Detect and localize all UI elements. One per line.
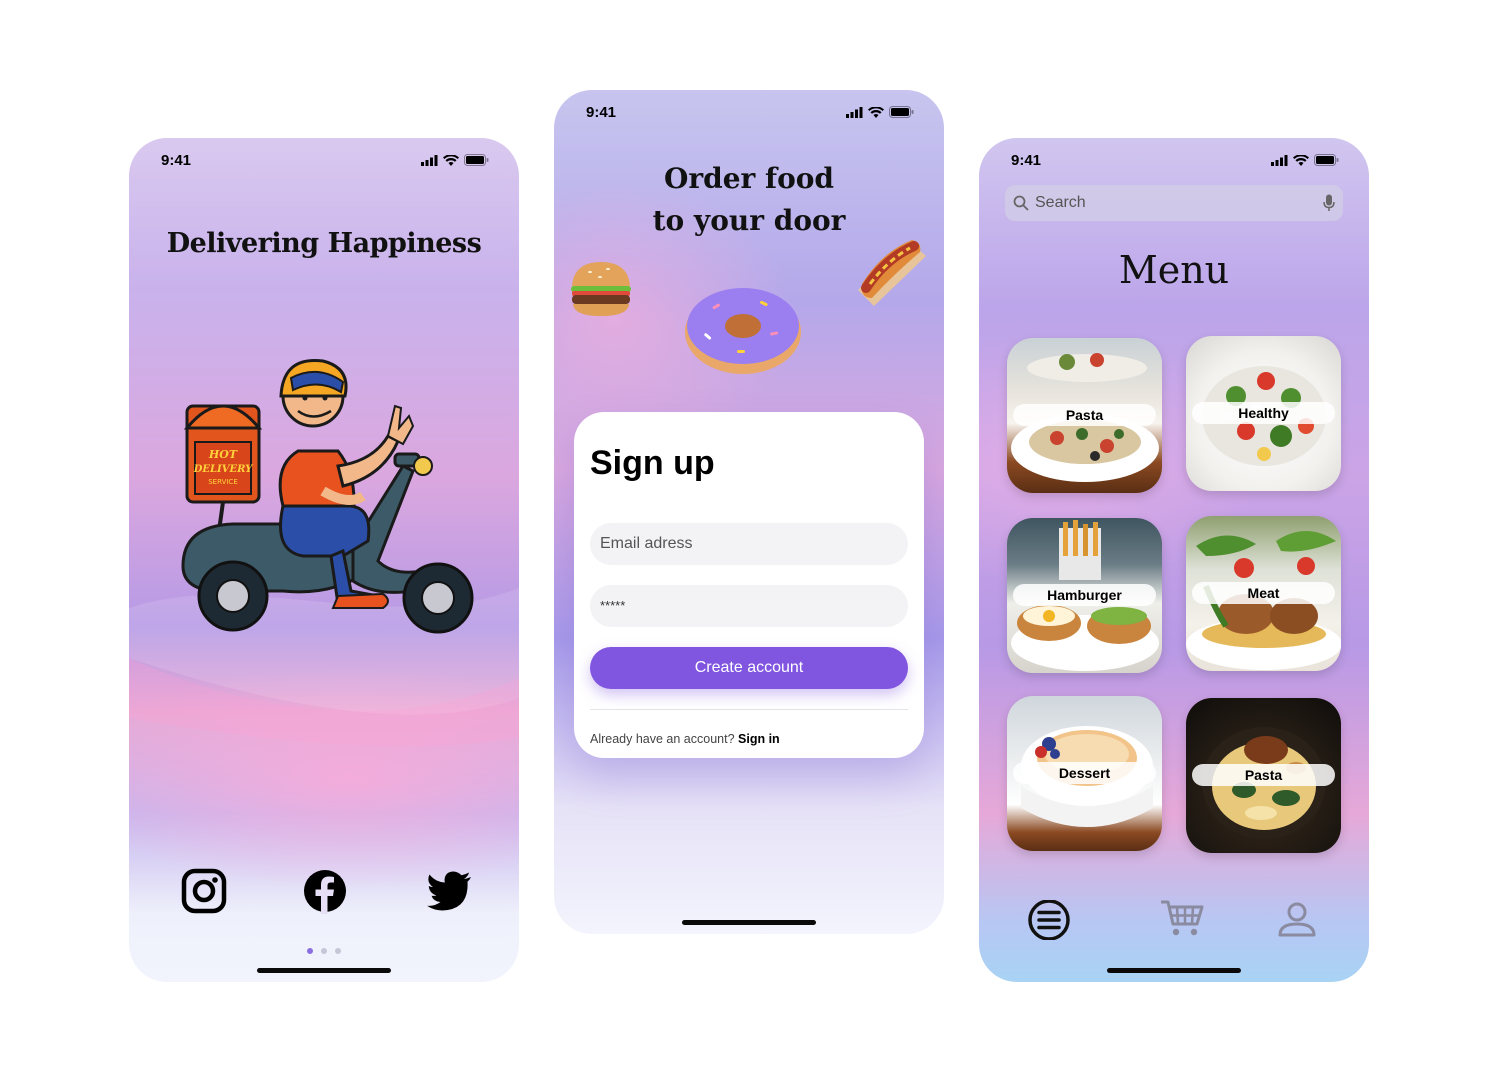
menu-title: Menu <box>1118 248 1230 292</box>
facebook-icon[interactable] <box>302 868 348 914</box>
donut-illustration <box>685 288 801 374</box>
status-bar: 9:41 <box>554 90 944 134</box>
category-label: Healthy <box>1192 402 1335 424</box>
hotdog-illustration <box>858 240 926 306</box>
category-label: Hamburger <box>1013 584 1156 606</box>
category-tile-pasta-2[interactable]: Pasta <box>1186 698 1341 853</box>
burger-illustration <box>571 262 631 316</box>
profile-icon[interactable] <box>1277 902 1317 938</box>
microphone-icon[interactable] <box>1323 194 1335 212</box>
category-tile-healthy[interactable]: Healthy <box>1186 336 1341 491</box>
page-indicator <box>129 948 519 954</box>
wifi-icon <box>443 154 459 166</box>
category-tile-meat[interactable]: Meat <box>1186 516 1341 671</box>
home-indicator[interactable] <box>257 968 391 973</box>
signup-card: Sign up Email adress ***** Create accoun… <box>574 412 924 758</box>
category-label: Pasta <box>1013 404 1156 426</box>
page-dot[interactable] <box>335 948 341 954</box>
signin-link[interactable]: Sign in <box>738 732 780 746</box>
welcome-title: Delivering Happiness <box>166 228 482 259</box>
email-field[interactable]: Email adress <box>590 523 908 565</box>
status-time: 9:41 <box>161 152 192 169</box>
signin-prompt: Already have an account? Sign in <box>590 732 780 746</box>
category-tile-dessert[interactable]: Dessert <box>1007 696 1162 851</box>
category-label: Pasta <box>1192 764 1335 786</box>
instagram-icon[interactable] <box>181 868 227 914</box>
category-label: Dessert <box>1013 762 1156 784</box>
battery-icon <box>1314 154 1339 166</box>
page-dot-active[interactable] <box>307 948 313 954</box>
divider <box>590 709 908 710</box>
category-tile-hamburger[interactable]: Hamburger <box>1007 518 1162 673</box>
password-field[interactable]: ***** <box>590 585 908 627</box>
category-tile-pasta[interactable]: Pasta <box>1007 338 1162 493</box>
wifi-icon <box>868 106 884 118</box>
delivery-scooter-illustration: HOT DELIVERY SERVICE <box>181 358 474 634</box>
svg-text:SERVICE: SERVICE <box>208 478 238 486</box>
signal-icon <box>421 154 438 166</box>
search-icon <box>1013 195 1029 211</box>
signal-icon <box>846 106 863 118</box>
status-bar: 9:41 <box>129 138 519 182</box>
welcome-screen: 9:41 Delivering Happiness HOT DELIVERY S… <box>129 138 519 982</box>
signal-icon <box>1271 154 1288 166</box>
svg-text:DELIVERY: DELIVERY <box>193 464 253 475</box>
status-time: 9:41 <box>586 104 617 121</box>
cart-icon[interactable] <box>1159 898 1205 938</box>
page-dot[interactable] <box>321 948 327 954</box>
battery-icon <box>889 106 914 118</box>
menu-screen: 9:41 Search Menu Pasta Healthy Hamburger… <box>979 138 1369 982</box>
home-indicator[interactable] <box>682 920 816 925</box>
category-label: Meat <box>1192 582 1335 604</box>
status-bar: 9:41 <box>979 138 1369 182</box>
menu-icon[interactable] <box>1026 900 1072 940</box>
signup-heading: Sign up <box>590 444 715 482</box>
signup-title: Order food to your door <box>652 162 846 237</box>
twitter-icon[interactable] <box>427 868 473 914</box>
create-account-button[interactable]: Create account <box>590 647 908 689</box>
signup-screen: 9:41 Order food to your door Sign up Ema… <box>554 90 944 934</box>
wifi-icon <box>1293 154 1309 166</box>
svg-text:HOT: HOT <box>208 448 238 461</box>
search-placeholder: Search <box>1035 194 1086 211</box>
home-indicator[interactable] <box>1107 968 1241 973</box>
battery-icon <box>464 154 489 166</box>
search-bar[interactable]: Search <box>1005 185 1343 221</box>
status-time: 9:41 <box>1011 152 1042 169</box>
